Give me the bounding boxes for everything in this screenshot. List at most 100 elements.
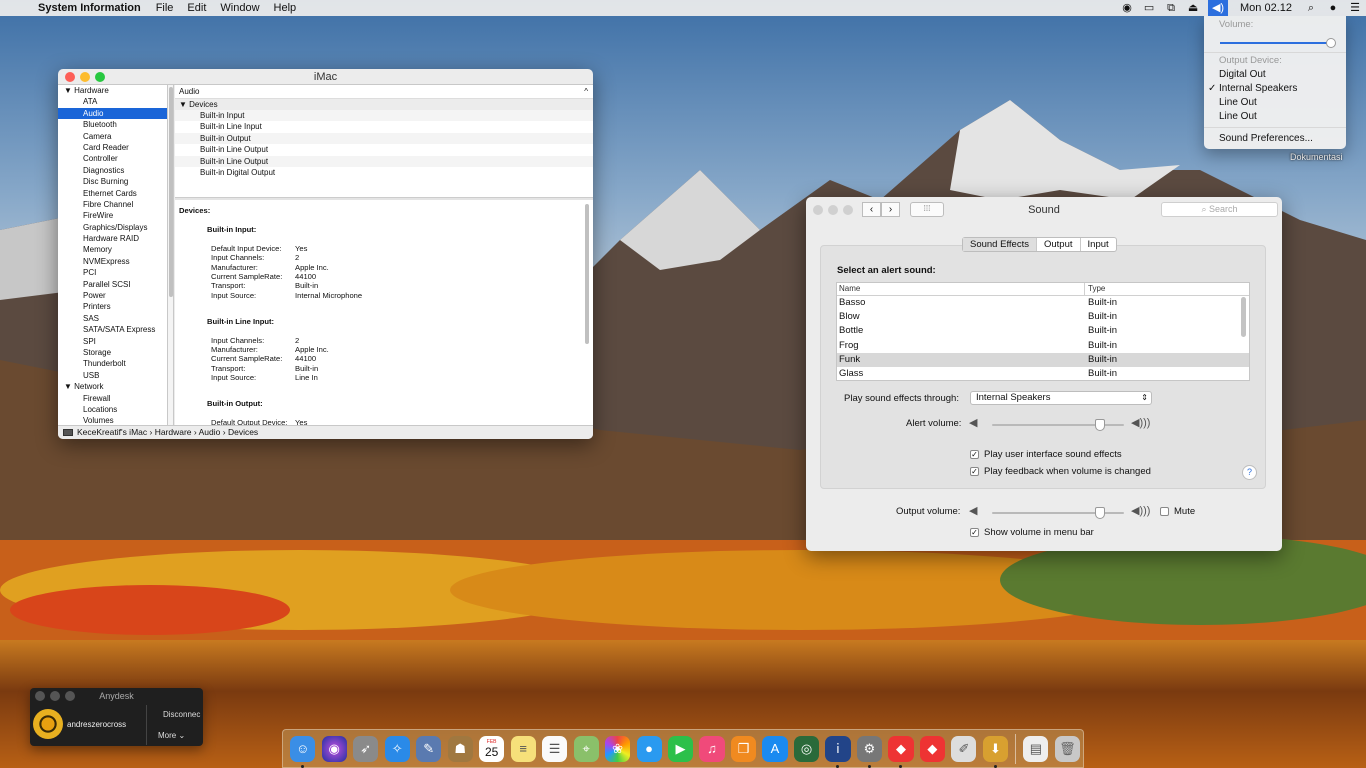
contacts-icon[interactable]: ☗ xyxy=(447,735,473,762)
play-through-popup[interactable]: Internal Speakers ⇕ xyxy=(970,391,1152,405)
file-menu[interactable]: File xyxy=(149,2,181,14)
sidebar-item[interactable]: Audio xyxy=(58,107,167,120)
output-volume-slider[interactable] xyxy=(992,507,1124,519)
sound-preferences-item[interactable]: Sound Preferences... xyxy=(1219,133,1313,144)
disconnect-button[interactable]: Disconnec xyxy=(163,710,200,719)
sidebar-item[interactable]: Volumes xyxy=(58,415,167,425)
notification-center-icon[interactable]: ☰ xyxy=(1344,0,1366,16)
type-column-header[interactable]: Type xyxy=(1085,283,1105,295)
sidebar-item[interactable]: Hardware RAID xyxy=(58,233,167,244)
sidebar-item[interactable]: Graphics/Displays xyxy=(58,222,167,233)
column-header[interactable]: Audio ^ xyxy=(175,85,593,99)
sidebar-item[interactable]: Disc Burning xyxy=(58,176,167,187)
output-volume-knob[interactable] xyxy=(1095,507,1106,519)
device-row[interactable]: Built-in Input xyxy=(175,110,593,122)
show-volume-menubar-checkbox[interactable]: ✓ Show volume in menu bar xyxy=(970,527,1094,538)
messages-icon[interactable]: ● xyxy=(636,735,662,762)
sidebar-item[interactable]: Fibre Channel xyxy=(58,199,167,210)
search-field[interactable]: ⌕ Search xyxy=(1161,202,1278,217)
eject-icon[interactable]: ⏏ xyxy=(1182,0,1204,16)
path-audio[interactable]: Audio xyxy=(199,427,221,437)
device-row[interactable]: Built-in Line Output xyxy=(175,144,593,155)
disclosure-triangle-icon[interactable]: ▼ xyxy=(64,86,74,95)
mute-checkbox[interactable]: Mute xyxy=(1160,506,1195,517)
clock[interactable]: Mon 02.12 xyxy=(1232,2,1300,14)
siri-icon[interactable]: ◉ xyxy=(321,735,347,762)
sidebar-item[interactable]: Controller xyxy=(58,153,167,164)
ibooks-icon[interactable]: ❒ xyxy=(730,735,757,762)
close-button[interactable] xyxy=(65,71,75,82)
device-row[interactable]: Built-in Output xyxy=(175,132,593,145)
ui-sound-effects-checkbox[interactable]: ✓ Play user interface sound effects xyxy=(970,449,1122,460)
title-bar[interactable]: Anydesk xyxy=(30,688,203,704)
sidebar-item[interactable]: PCI xyxy=(58,267,167,278)
disclosure-triangle-icon[interactable]: ▼ xyxy=(64,382,74,391)
installer-icon[interactable]: ⬇ xyxy=(982,735,1008,768)
sidebar-group[interactable]: ▼ Network xyxy=(58,381,167,392)
reminders-icon[interactable]: ☰ xyxy=(542,735,568,762)
airplay-display-icon[interactable]: ▭ xyxy=(1138,0,1160,16)
title-bar[interactable]: ‹ › ⁞⁞⁞ Sound ⌕ Search xyxy=(806,197,1282,223)
sidebar-item[interactable]: FireWire xyxy=(58,210,167,221)
minimize-button[interactable] xyxy=(828,205,838,215)
table-row[interactable]: Blow Built-in xyxy=(837,310,1249,324)
sidebar-item[interactable]: Camera xyxy=(58,131,167,142)
checkbox-checked[interactable]: ✓ xyxy=(970,467,979,476)
zoom-button[interactable] xyxy=(95,71,105,82)
sidebar-item[interactable]: Parallel SCSI xyxy=(58,279,167,290)
sidebar-item[interactable]: SAS xyxy=(58,313,167,324)
launchpad-icon[interactable]: ➶ xyxy=(353,735,379,762)
itunes-icon[interactable]: ♫ xyxy=(699,735,725,762)
zoom-button[interactable] xyxy=(843,205,853,215)
trash-icon[interactable]: 🗑 xyxy=(1054,735,1080,762)
sidebar-item[interactable]: Bluetooth xyxy=(58,119,167,130)
nvidia-icon[interactable]: ◉ xyxy=(1116,0,1138,16)
table-row[interactable]: Frog Built-in xyxy=(837,339,1249,353)
sidebar-item[interactable]: Printers xyxy=(58,301,167,312)
facetime-icon[interactable]: ▶ xyxy=(668,735,694,762)
path-devices[interactable]: Devices xyxy=(228,427,258,437)
app-store-icon[interactable]: A xyxy=(762,735,788,762)
checkbox-checked[interactable]: ✓ xyxy=(970,450,979,459)
notes-icon[interactable]: ≡ xyxy=(510,735,536,762)
tab-input[interactable]: Input xyxy=(1081,238,1116,251)
sidebar-item[interactable]: Firewall xyxy=(58,393,167,404)
sidebar-item[interactable]: SATA/SATA Express xyxy=(58,324,167,335)
path-hardware[interactable]: Hardware xyxy=(155,427,192,437)
detail-scrollbar[interactable] xyxy=(585,204,590,420)
tab-sound-effects[interactable]: Sound Effects xyxy=(963,238,1037,251)
forward-button[interactable]: › xyxy=(881,202,900,217)
user-avatar-icon[interactable]: ● xyxy=(1322,0,1344,16)
name-column-header[interactable]: Name xyxy=(837,283,1085,295)
desktop-folder-label[interactable]: Dokumentasi xyxy=(1290,152,1343,162)
sidebar-item[interactable]: Card Reader xyxy=(58,142,167,153)
sidebar-item[interactable]: Ethernet Cards xyxy=(58,188,167,199)
sidebar-item[interactable]: ATA xyxy=(58,96,167,107)
sidebar-item[interactable]: NVMExpress xyxy=(58,256,167,267)
network-radar-icon[interactable]: ◎ xyxy=(793,735,820,762)
sidebar-item[interactable]: Thunderbolt xyxy=(58,358,167,369)
sidebar-item[interactable]: Diagnostics xyxy=(58,165,167,176)
table-scrollbar[interactable] xyxy=(1241,297,1246,337)
checkbox-checked[interactable]: ✓ xyxy=(970,528,979,537)
calendar-icon[interactable]: FEB 25 xyxy=(479,735,505,762)
device-row[interactable]: Built-in Line Output xyxy=(175,155,593,167)
window-menu[interactable]: Window xyxy=(213,2,266,14)
sidebar-item[interactable]: Power xyxy=(58,290,167,301)
sidebar-item[interactable]: USB xyxy=(58,370,167,381)
document-stack-icon[interactable]: ▤ xyxy=(1023,735,1049,762)
scrollbar-thumb[interactable] xyxy=(169,87,173,297)
system-preferences-icon[interactable]: ⚙ xyxy=(856,735,883,768)
device-row[interactable]: Built-in Line Input xyxy=(175,121,593,132)
textedit-icon[interactable]: ✐ xyxy=(951,735,977,762)
device-digital-out[interactable]: Digital Out xyxy=(1219,69,1266,80)
table-row[interactable]: Basso Built-in xyxy=(837,296,1249,310)
volume-slider-knob[interactable] xyxy=(1326,38,1336,48)
checkbox-unchecked[interactable] xyxy=(1160,507,1169,516)
anydesk-icon[interactable]: ◆ xyxy=(888,735,914,768)
sidebar-item[interactable]: Storage xyxy=(58,347,167,358)
finder-icon[interactable]: ☺ xyxy=(290,735,316,768)
preview-icon[interactable]: ✎ xyxy=(416,735,442,762)
sidebar-item[interactable]: Memory xyxy=(58,244,167,255)
devices-group-row[interactable]: ▼ Devices xyxy=(175,99,593,110)
